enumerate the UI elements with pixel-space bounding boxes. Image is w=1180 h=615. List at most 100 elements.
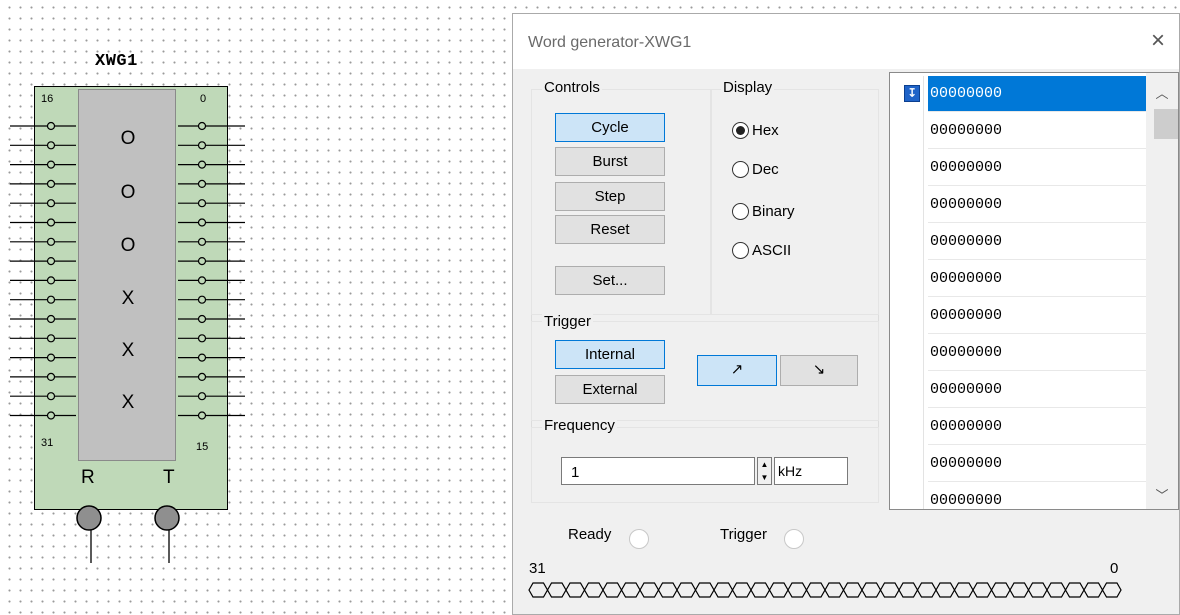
bit-cell [565,582,586,598]
bit-cell [879,582,900,598]
cycle-button[interactable]: Cycle [555,113,665,142]
title-bar[interactable]: Word generator-XWG1 × [513,14,1179,69]
pin-terminal [46,179,56,188]
radio-button[interactable] [732,161,749,178]
radio-label: Binary [752,203,795,220]
internal-trigger-button[interactable]: Internal [555,340,665,369]
row-marker [890,224,924,261]
pin-terminal [197,276,207,285]
pin-terminal [197,218,207,227]
pin-terminal [46,141,56,150]
bit-cell [750,582,771,598]
bit-cell [528,582,549,598]
word-list[interactable]: ↧ 00000000 00000000 00000000 00000000 0000000… [889,72,1179,510]
falling-edge-button[interactable]: ↘ [780,355,858,386]
word-row[interactable]: 00000000 [890,187,1147,224]
radio-binary[interactable]: Binary [732,203,795,220]
word-row[interactable]: 00000000 [890,261,1147,298]
pin-terminal [46,372,56,381]
pin-terminal [197,372,207,381]
pin-terminal [197,392,207,401]
rising-edge-button[interactable]: ↗ [697,355,777,386]
word-row[interactable]: 00000000 [890,298,1147,335]
pin-terminal [46,218,56,227]
word-value[interactable]: 00000000 [928,483,1147,509]
row-marker [890,113,924,150]
bit-cell [639,582,660,598]
radio-label: Dec [752,161,779,178]
radio-ascii[interactable]: ASCII [732,242,791,259]
spin-up-icon[interactable]: ▲ [758,458,771,471]
frequency-stepper[interactable]: ▲ ▼ [757,457,772,485]
pin-terminal [46,314,56,324]
row-marker [890,446,924,483]
row-marker [890,483,924,509]
bit-cell [824,582,845,598]
pin-terminal [197,179,207,188]
pin-terminal [46,121,56,131]
word-value[interactable]: 00000000 [928,372,1147,408]
pin-terminal [197,121,207,131]
word-row[interactable]: 00000000 [890,446,1147,483]
word-value[interactable]: 00000000 [928,150,1147,186]
pin-terminal [197,411,207,420]
pin-terminal [46,411,56,420]
word-value[interactable]: 00000000 [928,298,1147,334]
bit-cell [935,582,956,598]
spin-down-icon[interactable]: ▼ [758,471,771,484]
word-row[interactable]: 00000000 [890,113,1147,150]
bit-cell [1009,582,1030,598]
word-value[interactable]: 00000000 [928,261,1147,297]
msb-label: 31 [529,560,546,577]
word-value[interactable]: 00000000 [928,113,1147,149]
scroll-up-icon[interactable]: ︿ [1146,83,1178,103]
set-button[interactable]: Set... [555,266,665,295]
trigger-status-label: Trigger [720,526,767,543]
bit-cell [1101,582,1122,598]
pin-terminal [197,160,207,169]
word-value[interactable]: 00000000 [928,224,1147,260]
vertical-scrollbar[interactable]: ︿ ﹀ [1146,73,1178,509]
scroll-thumb[interactable] [1154,109,1178,139]
word-value[interactable]: 00000000 [928,446,1147,482]
step-button[interactable]: Step [555,182,665,211]
pin-terminal [46,276,56,285]
pin-terminal [197,199,207,208]
bit-cell [1027,582,1048,598]
reset-button[interactable]: Reset [555,215,665,244]
scroll-down-icon[interactable]: ﹀ [1146,485,1178,505]
radio-hex[interactable]: Hex [732,122,779,139]
word-value[interactable]: 00000000 [928,187,1147,223]
word-row[interactable]: 00000000 [890,335,1147,372]
bit-cell [602,582,623,598]
radio-button[interactable] [732,242,749,259]
word-row[interactable]: 00000000 [890,483,1147,509]
bit-cell [861,582,882,598]
bit-cell [694,582,715,598]
word-row[interactable]: 00000000 [890,372,1147,409]
rising-edge-icon: ↗ [730,361,744,378]
display-label: Display [721,79,775,96]
word-value[interactable]: 00000000 [928,409,1147,445]
external-trigger-button[interactable]: External [555,375,665,404]
close-button[interactable]: × [1143,26,1173,56]
word-row[interactable]: ↧ 00000000 [890,76,1147,113]
burst-button[interactable]: Burst [555,147,665,176]
frequency-unit-select[interactable]: kHz [774,457,848,485]
frequency-input[interactable]: 1 [561,457,755,485]
word-value[interactable]: 00000000 [928,335,1147,371]
bit-cell [972,582,993,598]
word-row[interactable]: 00000000 [890,409,1147,446]
bit-cell [990,582,1011,598]
ready-label: Ready [568,526,612,543]
radio-button[interactable] [732,203,749,220]
word-row[interactable]: 00000000 [890,150,1147,187]
radio-dec[interactable]: Dec [732,161,779,178]
word-row[interactable]: 00000000 [890,224,1147,261]
pin-terminal [197,334,207,343]
row-marker [890,187,924,224]
word-value[interactable]: 00000000 [928,76,1147,112]
radio-button[interactable] [732,122,749,139]
row-marker [890,298,924,335]
word-generator-dialog: Word generator-XWG1 × Controls Cycle Bur… [512,13,1180,615]
